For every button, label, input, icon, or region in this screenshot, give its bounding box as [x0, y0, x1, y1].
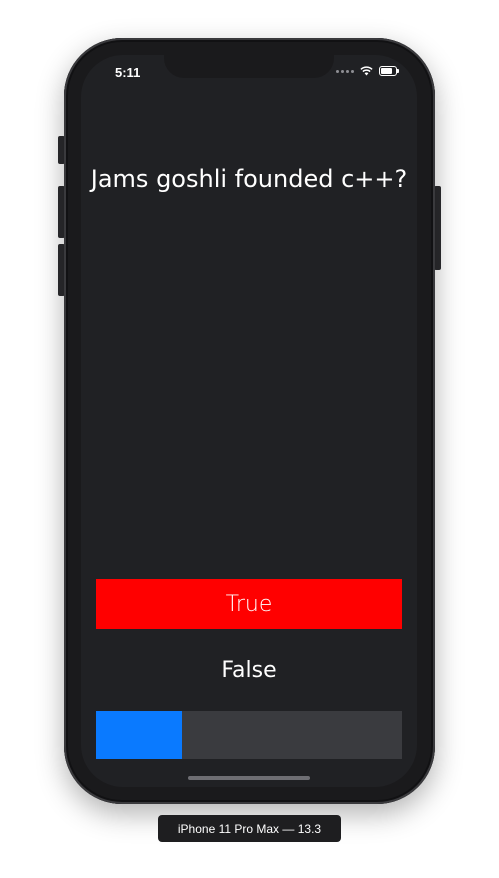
question-text: Jams goshli founded c++?: [90, 165, 408, 193]
true-button[interactable]: True: [96, 579, 402, 629]
power-button: [434, 186, 441, 270]
simulator-stage: 5:11 Jams goshli founded c++? True False…: [0, 0, 499, 878]
wifi-icon: [360, 66, 373, 76]
notch: [164, 55, 334, 78]
battery-icon: [379, 66, 399, 76]
app-screen: 5:11 Jams goshli founded c++? True False: [81, 55, 417, 787]
home-indicator[interactable]: [188, 776, 310, 780]
status-time: 5:11: [115, 65, 141, 80]
progress-fill: [96, 711, 182, 759]
progress-bar: [96, 711, 402, 759]
false-button[interactable]: False: [96, 645, 402, 695]
signal-dots-icon: [336, 69, 354, 73]
simulator-device-label: iPhone 11 Pro Max — 13.3: [158, 815, 341, 842]
status-icons: [336, 66, 399, 76]
